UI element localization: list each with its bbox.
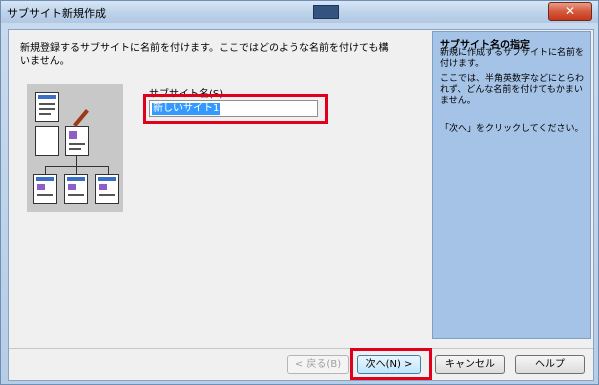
dialog-window: サブサイト新規作成 ✕ 新規登録するサブサイトに名前を付けます。ここではどのよう… — [0, 0, 599, 385]
site-hierarchy-illustration — [27, 84, 123, 212]
highlight-frame — [350, 348, 432, 380]
title-bar: サブサイト新規作成 ✕ — [1, 1, 598, 23]
back-button[interactable]: < 戻る(B) — [287, 355, 349, 374]
dialog-body: 新規登録するサブサイトに名前を付けます。ここではどのような名前を付けても構いませ… — [8, 29, 594, 381]
highlight-frame — [143, 94, 328, 124]
help-panel: サブサイト名の指定 新規に作成するサブサイトに名前を付けます。 ここでは、半角英… — [432, 31, 591, 339]
help-button[interactable]: ヘルプ — [515, 355, 585, 374]
cancel-button[interactable]: キャンセル — [435, 355, 505, 374]
page-icon — [35, 126, 59, 156]
button-separator — [9, 348, 593, 349]
description-text: 新規登録するサブサイトに名前を付けます。ここではどのような名前を付けても構いませ… — [20, 43, 389, 67]
page-icon — [65, 126, 89, 156]
page-icon — [35, 92, 59, 122]
page-icon — [95, 174, 119, 204]
title-bar-decoration — [313, 5, 339, 19]
pencil-icon — [73, 109, 89, 127]
page-icon — [33, 174, 57, 204]
help-paragraph: 新規に作成するサブサイトに名前を付けます。 — [440, 48, 585, 69]
help-paragraph: 「次へ」をクリックしてください。 — [440, 124, 584, 134]
close-button[interactable]: ✕ — [548, 2, 592, 21]
page-icon — [64, 174, 88, 204]
window-title: サブサイト新規作成 — [7, 7, 106, 20]
help-paragraph: ここでは、半角英数字などにとらわれず、どんな名前を付けてもかまいません。 — [440, 74, 585, 106]
